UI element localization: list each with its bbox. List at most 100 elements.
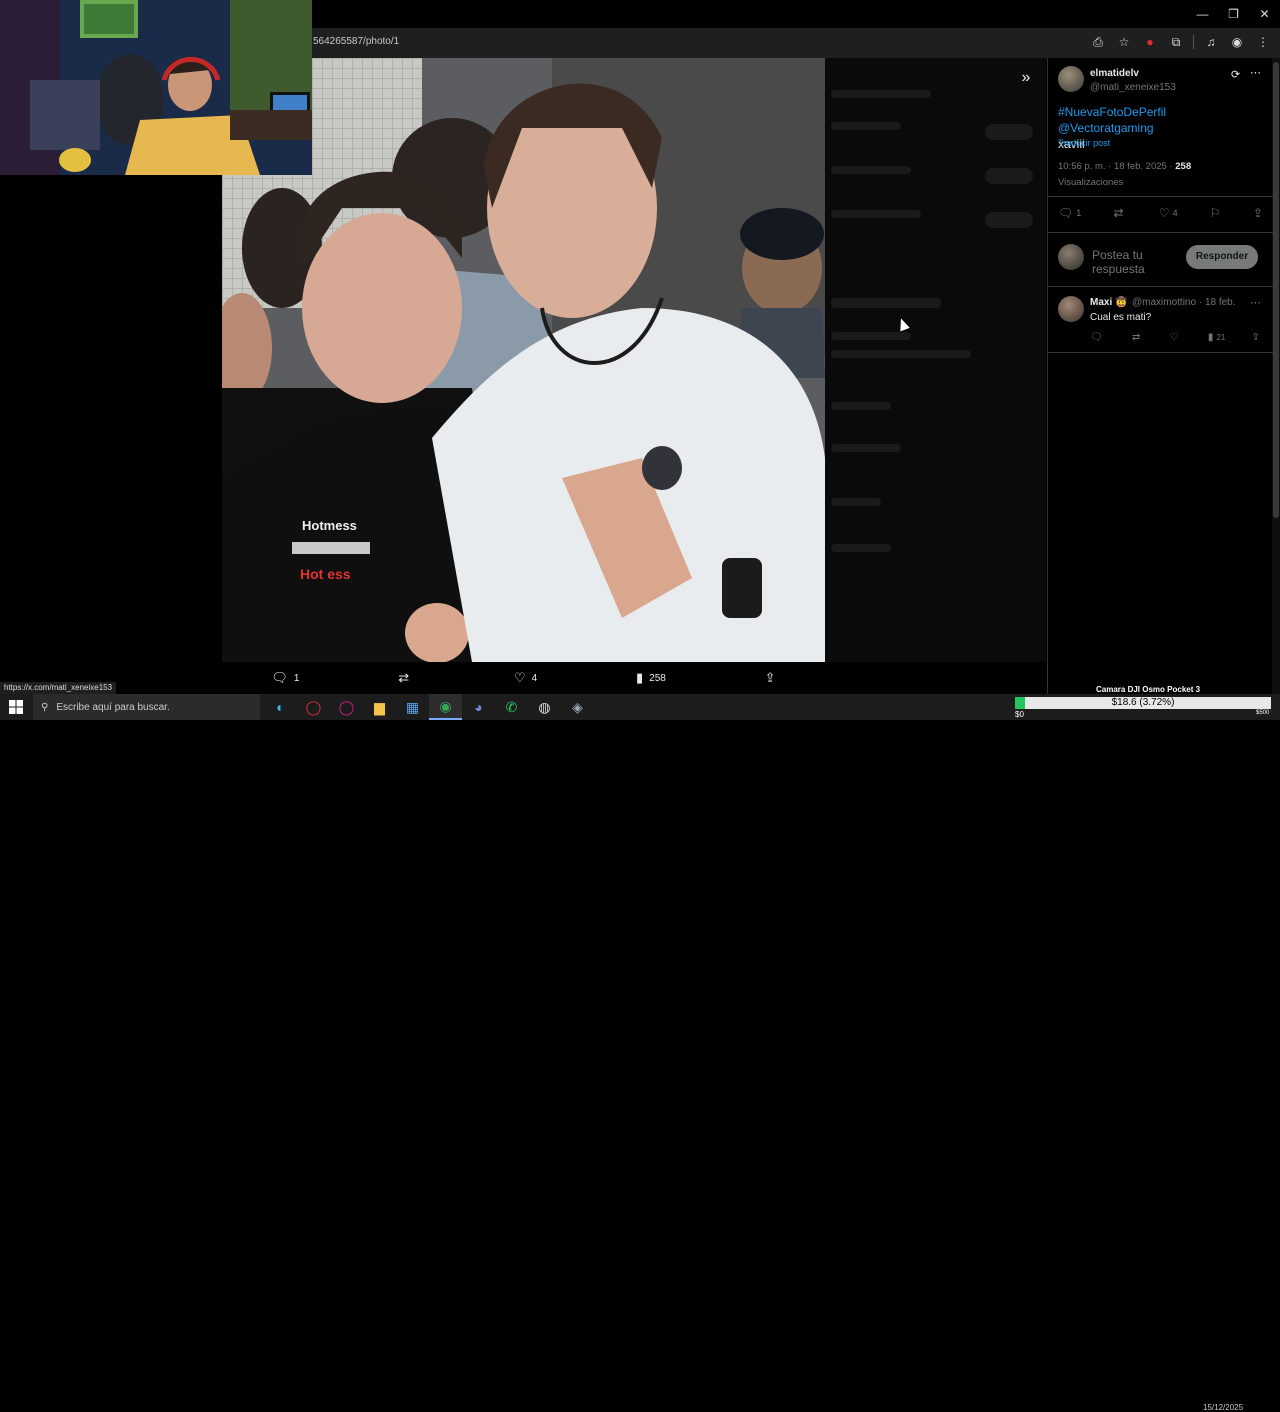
heart-icon: ♡	[1169, 332, 1179, 343]
donation-goal-text: $18.6 (3.72%)	[1111, 697, 1175, 708]
dimmed-page-content	[825, 58, 1046, 662]
reply-count: 1	[1076, 208, 1082, 218]
chrome-icon[interactable]: ◉	[429, 694, 462, 720]
like-button[interactable]: ♡ 4	[1159, 206, 1178, 220]
share-button[interactable]: ⇪	[1253, 206, 1263, 220]
reply-icon: 🗨	[271, 670, 288, 685]
author-avatar[interactable]	[1058, 66, 1084, 92]
photo-like-action[interactable]: ♡ 4	[514, 670, 537, 686]
reply-repost-button[interactable]: ⇄	[1132, 332, 1143, 343]
opera-extension-icon[interactable]: ●	[1141, 33, 1159, 51]
taskbar-date[interactable]: 15/12/2025	[1203, 1403, 1243, 1412]
opera-gx-icon[interactable]: ◯	[330, 694, 363, 720]
edge-icon[interactable]: ◐	[264, 694, 297, 720]
post-photo[interactable]: Hotmess Hot ess	[222, 58, 825, 662]
reply-more-icon[interactable]: ⋯	[1250, 296, 1261, 309]
reply-like-button[interactable]: ♡	[1170, 332, 1182, 343]
bookmark-button[interactable]: ⚐	[1210, 206, 1221, 220]
store-icon[interactable]: ▦	[396, 694, 429, 720]
divider	[1048, 232, 1273, 233]
author-name[interactable]: elmatidelv	[1090, 68, 1139, 79]
start-button[interactable]	[0, 694, 32, 720]
extensions-icon[interactable]: ⧉	[1167, 33, 1185, 51]
post-hashtags-mentions[interactable]: #NuevaFotoDePerfil @Vectoratgaming	[1058, 105, 1166, 135]
taskbar-search[interactable]: ⚲ Escribe aquí para buscar.	[33, 694, 260, 720]
photo-share-action[interactable]: ⇪	[765, 670, 776, 686]
restore-button[interactable]: ❐	[1218, 0, 1249, 28]
windows-logo-icon	[9, 700, 23, 714]
grok-icon[interactable]: ⟳	[1231, 68, 1240, 81]
photo-action-bar: 🗨 1 ⇄ ♡ 4 ▮ 258 ⇪	[222, 664, 825, 692]
divider	[1048, 196, 1273, 197]
taskbar-search-placeholder: Escribe aquí para buscar.	[56, 701, 170, 713]
bookmark-icon: ⚐	[1209, 206, 1221, 220]
reply-button[interactable]: 🗨 1	[1058, 206, 1081, 220]
reply-icon: 🗨	[1090, 332, 1103, 343]
scrollbar-thumb[interactable]	[1273, 62, 1279, 518]
media-control-icon[interactable]: ♫	[1202, 33, 1220, 51]
panel-scrollbar[interactable]	[1272, 58, 1280, 694]
minimize-button[interactable]: —	[1187, 0, 1218, 28]
repost-icon: ⇄	[1113, 206, 1124, 220]
repost-icon: ⇄	[398, 670, 410, 685]
post-views-label: Visualizaciones	[1058, 177, 1124, 188]
svg-text:Hot ess: Hot ess	[300, 566, 351, 582]
toolbar-divider	[1193, 35, 1194, 49]
donation-max-label: $500	[1256, 710, 1270, 716]
reply-views-button[interactable]: ▮ 21	[1208, 332, 1225, 343]
reply-views-count: 21	[1216, 333, 1226, 342]
post-views-count: 258	[1175, 161, 1192, 172]
address-bar[interactable]: 564265587/photo/1	[313, 36, 399, 47]
reply-actions: 🗨 ⇄ ♡ ▮ 21 ⇪	[1090, 332, 1260, 343]
share-icon: ⇪	[1251, 332, 1260, 343]
post-actions: 🗨 1 ⇄ ♡ 4 ⚐ ⇪	[1058, 206, 1263, 220]
file-explorer-icon[interactable]: ▆	[363, 694, 396, 720]
share-icon: ⇪	[764, 670, 776, 685]
repost-button[interactable]: ⇄	[1114, 206, 1127, 220]
photo-reply-count: 1	[293, 672, 300, 684]
photo-views-action[interactable]: ▮ 258	[636, 670, 666, 686]
menu-kebab-icon[interactable]: ⋮	[1254, 33, 1272, 51]
post-header: elmatidelv @mati_xeneixe153 ⟳ ⋯	[1058, 66, 1268, 96]
svg-text:Hotmess: Hotmess	[302, 518, 357, 533]
reply-submit-button[interactable]: Responder	[1186, 245, 1258, 269]
obs-icon[interactable]: ◍	[528, 694, 561, 720]
toolbar-icons: ⎙ ☆ ● ⧉ ♫ ◉ ⋮	[1089, 33, 1272, 51]
post-meta: 10:56 p. m. · 18 feb. 2025 · 258 Visuali…	[1058, 159, 1268, 191]
install-app-icon[interactable]: ⎙	[1089, 33, 1107, 51]
donation-min-label: $0	[1015, 710, 1024, 719]
reply-author-name[interactable]: Maxi 🤠	[1090, 297, 1127, 308]
search-icon: ⚲	[41, 701, 49, 713]
author-handle[interactable]: @mati_xeneixe153	[1090, 82, 1176, 93]
reply-author-avatar[interactable]	[1058, 296, 1084, 322]
reply-author-name-text: Maxi	[1090, 297, 1113, 308]
more-options-icon[interactable]: ⋯	[1250, 66, 1261, 79]
profile-avatar-icon[interactable]: ◉	[1228, 33, 1246, 51]
reply-reply-button[interactable]: 🗨	[1090, 332, 1106, 343]
close-button[interactable]: ✕	[1249, 0, 1280, 28]
post-timestamp[interactable]: 10:56 p. m. · 18 feb. 2025 ·	[1058, 161, 1175, 172]
discord-icon[interactable]: ◕	[462, 694, 495, 720]
reply-share-button[interactable]: ⇪	[1252, 332, 1260, 343]
reply-badge-icon: 🤠	[1115, 297, 1128, 308]
translate-post-link[interactable]: Traducir post	[1058, 138, 1110, 148]
like-count: 4	[1172, 208, 1178, 218]
my-avatar	[1058, 244, 1084, 270]
heart-icon: ♡	[513, 670, 526, 685]
photo-reply-action[interactable]: 🗨 1	[271, 670, 299, 686]
photo-views-count: 258	[649, 672, 666, 684]
reply-item[interactable]: Maxi 🤠 @maximottino · 18 feb. ⋯ Cual es …	[1058, 294, 1268, 350]
views-chart-icon: ▮	[1207, 332, 1214, 343]
webcam-overlay	[0, 0, 312, 175]
views-chart-icon: ▮	[635, 670, 644, 685]
collapse-panel-icon[interactable]: »	[1014, 66, 1038, 90]
whatsapp-icon[interactable]: ✆	[495, 694, 528, 720]
photo-like-count: 4	[531, 672, 538, 684]
reply-input[interactable]: Postea tu respuesta	[1092, 248, 1172, 276]
post-detail-panel: elmatidelv @mati_xeneixe153 ⟳ ⋯ #NuevaFo…	[1047, 58, 1280, 694]
reply-handle-date[interactable]: @maximottino · 18 feb.	[1132, 297, 1236, 308]
photo-repost-action[interactable]: ⇄	[398, 670, 415, 686]
steam-icon[interactable]: ◈	[561, 694, 594, 720]
bookmark-star-icon[interactable]: ☆	[1115, 33, 1133, 51]
opera-icon[interactable]: ◯	[297, 694, 330, 720]
